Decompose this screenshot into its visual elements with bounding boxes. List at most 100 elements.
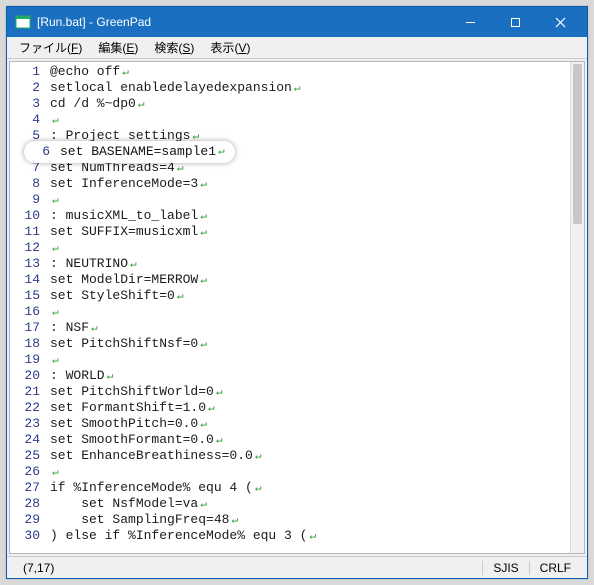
eol-icon: ↵ [89,323,98,335]
menu-search[interactable]: 検索(S) [146,37,202,58]
editor-area[interactable]: 1234567891011121314151617181920212223242… [9,61,585,554]
eol-icon: ↵ [105,371,114,383]
code-line[interactable]: @echo off↵ [50,64,570,80]
line-number: 12 [10,240,46,256]
code-line[interactable]: : NEUTRINO↵ [50,256,570,272]
code-line[interactable]: set ModelDir=MERROW↵ [50,272,570,288]
code-text: cd /d %~dp0 [50,96,136,111]
minimize-button[interactable] [448,8,493,36]
code-line[interactable]: set StyleShift=0↵ [50,288,570,304]
line-number: 10 [10,208,46,224]
status-encoding[interactable]: SJIS [482,561,528,575]
code-content[interactable]: @echo off↵setlocal enabledelayedexpansio… [50,64,570,553]
line-number: 23 [10,416,46,432]
eol-icon: ↵ [175,291,184,303]
close-icon [555,17,566,28]
eol-icon: ↵ [50,307,59,319]
line-number: 30 [10,528,46,544]
code-line[interactable]: ↵ [50,464,570,480]
line-number: 28 [10,496,46,512]
eol-icon: ↵ [198,179,207,191]
eol-icon: ↵ [198,227,207,239]
code-line[interactable]: set InferenceMode=3↵ [50,176,570,192]
code-line[interactable]: set NsfModel=va↵ [50,496,570,512]
code-line[interactable]: : WORLD↵ [50,368,570,384]
code-line[interactable]: : musicXML_to_label↵ [50,208,570,224]
line-number: 29 [10,512,46,528]
menu-file[interactable]: ファイル(F) [11,37,90,58]
vertical-scrollbar[interactable] [570,62,584,553]
code-line[interactable]: set EnhanceBreathiness=0.0↵ [50,448,570,464]
code-line[interactable]: ↵ [50,240,570,256]
code-line[interactable]: set SUFFIX=musicxml↵ [50,224,570,240]
code-line[interactable]: ↵ [50,304,570,320]
menu-view[interactable]: 表示(V) [202,37,258,58]
code-line[interactable]: : NSF↵ [50,320,570,336]
line-number: 9 [10,192,46,208]
eol-icon: ↵ [216,144,225,160]
eol-icon: ↵ [50,195,59,207]
line-number: 1 [10,64,46,80]
code-line[interactable]: ↵ [50,352,570,368]
code-line[interactable]: set PitchShiftNsf=0↵ [50,336,570,352]
line-number: 22 [10,400,46,416]
menubar: ファイル(F) 編集(E) 検索(S) 表示(V) [7,37,587,59]
eol-icon: ↵ [136,99,145,111]
code-line[interactable]: set SmoothPitch=0.0↵ [50,416,570,432]
code-text: set SamplingFreq=48 [50,512,229,527]
code-line[interactable]: ) else if %InferenceMode% equ 3 (↵ [50,528,570,544]
maximize-button[interactable] [493,8,538,36]
code-line[interactable]: setlocal enabledelayedexpansion↵ [50,80,570,96]
code-line[interactable]: set SamplingFreq=48↵ [50,512,570,528]
window-controls [448,8,583,36]
code-text: set SmoothPitch=0.0 [50,416,198,431]
code-text: : WORLD [50,368,105,383]
eol-icon: ↵ [214,387,223,399]
close-button[interactable] [538,8,583,36]
line-number: 13 [10,256,46,272]
line-number: 4 [10,112,46,128]
status-eol[interactable]: CRLF [529,561,581,575]
menu-edit[interactable]: 編集(E) [90,37,146,58]
eol-icon: ↵ [198,211,207,223]
code-text: ) else if %InferenceMode% equ 3 ( [50,528,307,543]
line-number: 17 [10,320,46,336]
eol-icon: ↵ [307,531,316,543]
eol-icon: ↵ [50,115,59,127]
eol-icon: ↵ [198,275,207,287]
line-number: 2 [10,80,46,96]
code-text: set PitchShiftNsf=0 [50,336,198,351]
code-line[interactable]: cd /d %~dp0↵ [50,96,570,112]
code-line[interactable]: ↵ [50,192,570,208]
line-number-gutter: 1234567891011121314151617181920212223242… [10,62,46,553]
statusbar: (7,17) SJIS CRLF [7,556,587,578]
line-number: 8 [10,176,46,192]
code-text: if %InferenceMode% equ 4 ( [50,480,253,495]
eol-icon: ↵ [175,163,184,175]
minimize-icon [465,17,476,28]
code-line[interactable]: set FormantShift=1.0↵ [50,400,570,416]
eol-icon: ↵ [292,83,301,95]
eol-icon: ↵ [198,499,207,511]
code-line[interactable]: set PitchShiftWorld=0↵ [50,384,570,400]
scrollbar-thumb[interactable] [573,64,582,224]
code-line[interactable]: ↵ [50,112,570,128]
eol-icon: ↵ [206,403,215,415]
window-title: [Run.bat] - GreenPad [37,15,448,29]
code-line[interactable]: set SmoothFormant=0.0↵ [50,432,570,448]
line-number: 16 [10,304,46,320]
line-number: 26 [10,464,46,480]
eol-icon: ↵ [214,435,223,447]
code-line[interactable]: if %InferenceMode% equ 4 (↵ [50,480,570,496]
code-text: set InferenceMode=3 [50,176,198,191]
titlebar[interactable]: [Run.bat] - GreenPad [7,7,587,37]
eol-icon: ↵ [50,243,59,255]
line-number: 15 [10,288,46,304]
line-number: 20 [10,368,46,384]
eol-icon: ↵ [128,259,137,271]
eol-icon: ↵ [50,355,59,367]
line-number: 3 [10,96,46,112]
menu-file-label: ファイル [19,41,67,55]
app-icon [15,14,31,30]
status-cursor-pos: (7,17) [13,561,64,575]
